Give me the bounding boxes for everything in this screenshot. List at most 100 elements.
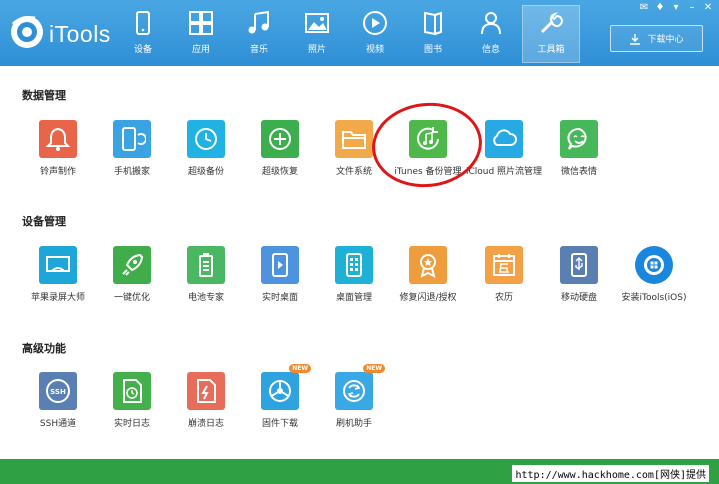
crash-log-icon [187,372,225,410]
tile-realtime-log[interactable]: 实时日志 [94,372,170,434]
nav-books[interactable]: 图书 [404,6,462,62]
tile-crash-log[interactable]: 崩溃日志 [168,372,244,434]
skin-icon[interactable]: ♦ [653,2,667,14]
nav-toolbox[interactable]: 工具箱 [522,5,580,63]
tile-screen-recorder[interactable]: 苹果录屏大师 [20,246,96,308]
section-title-advanced: 高级功能 [22,342,66,355]
live-desktop-icon [261,246,299,284]
wechat-emoji-icon [560,120,598,158]
book-icon [424,11,442,36]
nav-apps[interactable]: 应用 [172,6,230,62]
section-title-data-management: 数据管理 [22,89,66,102]
photo-icon [305,13,329,33]
tile-firmware-download[interactable]: NEW 固件下载 [242,364,318,434]
download-icon [630,33,641,45]
tile-label: 固件下载 [261,419,298,429]
tile-label: 实时桌面 [261,293,298,303]
tile-phone-transfer[interactable]: 手机搬家 [94,120,170,182]
nav-device[interactable]: 设备 [114,6,172,62]
tile-one-click-optimize[interactable]: 一键优化 [94,246,170,308]
flash-icon: NEW [335,364,385,410]
desktop-manage-icon [335,246,373,284]
minimize-icon[interactable]: – [685,2,699,14]
rocket-icon [113,246,151,284]
repair-icon [409,246,447,284]
video-icon [363,11,387,35]
tile-label: 电池专家 [187,293,224,303]
tile-label: 文件系统 [335,167,372,177]
itunes-backup-icon [409,120,447,158]
download-center-label: 下载中心 [647,35,684,45]
tile-ringtone[interactable]: 铃声制作 [20,120,96,182]
nav-photos[interactable]: 照片 [288,6,346,62]
tile-super-restore[interactable]: 超级恢复 [242,120,318,182]
nav-label: 照片 [307,45,326,55]
tile-live-desktop[interactable]: 实时桌面 [242,246,318,308]
tile-battery-expert[interactable]: 电池专家 [168,246,244,308]
tile-label: 崩溃日志 [187,419,224,429]
tile-repair-crash[interactable]: 修复闪退/授权 [390,246,466,308]
tile-label: 苹果录屏大师 [30,293,85,303]
nav-label: 视频 [365,45,384,55]
tile-label: 移动硬盘 [560,293,597,303]
screen-record-icon [39,246,77,284]
tile-label: 超级恢复 [261,167,298,177]
nav-label: 信息 [481,45,500,55]
close-icon[interactable]: ✕ [701,2,715,14]
nav-label: 音乐 [249,45,268,55]
nav-music[interactable]: 音乐 [230,6,288,62]
tile-label: 实时日志 [113,419,150,429]
tile-wechat-emoji[interactable]: 微信表情 [541,120,617,182]
tile-label: 刷机助手 [335,419,372,429]
tile-flash-assistant[interactable]: NEW 刷机助手 [316,364,392,434]
phone-icon [136,11,150,35]
tile-usb-drive[interactable]: 移动硬盘 [541,246,617,308]
toolbox-panel: 数据管理 铃声制作 手机搬家 超级备份 超级恢复 文件系统 iTunes 备份管 [0,66,719,459]
tile-label: 超级备份 [187,167,224,177]
nav-label: 图书 [423,45,442,55]
window-controls: ✉ ♦ ▾ – ✕ [637,2,715,14]
calendar-icon [485,246,523,284]
restore-icon [261,120,299,158]
tile-label: 一键优化 [113,293,150,303]
tile-ssh-tunnel[interactable]: SSH SSH通道 [20,372,96,434]
tile-label: 修复闪退/授权 [399,293,457,303]
tile-itunes-backup[interactable]: iTunes 备份管理 [390,120,466,182]
tile-label: 铃声制作 [39,167,76,177]
nav-label: 工具箱 [537,45,565,55]
nav-label: 应用 [191,45,210,55]
tile-label: iCloud 照片流管理 [465,167,543,177]
tile-desktop-manage[interactable]: 桌面管理 [316,246,392,308]
itools-logo-icon [11,16,43,48]
mail-icon[interactable]: ✉ [637,2,651,14]
phone-transfer-icon [113,120,151,158]
ssh-icon: SSH [39,372,77,410]
menu-icon[interactable]: ▾ [669,2,683,14]
section-title-device-management: 设备管理 [22,215,66,228]
clock-backup-icon [187,120,225,158]
tile-label: 手机搬家 [113,167,150,177]
tile-icloud-photostream[interactable]: iCloud 照片流管理 [466,120,542,182]
new-badge: NEW [363,364,385,373]
app-title: iTools [49,21,111,47]
cloud-icon [485,120,523,158]
new-badge: NEW [289,364,311,373]
tile-label: 微信表情 [560,167,597,177]
tile-super-backup[interactable]: 超级备份 [168,120,244,182]
user-icon [481,12,501,35]
svg-text:SSH: SSH [50,388,66,396]
folder-icon [335,120,373,158]
usb-drive-icon [560,246,598,284]
tools-icon [540,12,563,34]
nav-video[interactable]: 视频 [346,6,404,62]
tile-install-itools[interactable]: 安装iTools(iOS) [616,246,692,308]
bell-icon [39,120,77,158]
tile-lunar-calendar[interactable]: 农历 [466,246,542,308]
watermark-text: http://www.hackhome.com[网侠]提供 [512,465,709,482]
music-icon [248,10,269,34]
download-center-button[interactable]: 下载中心 [610,25,703,52]
tile-file-system[interactable]: 文件系统 [316,120,392,182]
tile-label: iTunes 备份管理 [394,167,462,177]
nav-label: 设备 [133,45,152,55]
nav-messages[interactable]: 信息 [462,6,520,62]
